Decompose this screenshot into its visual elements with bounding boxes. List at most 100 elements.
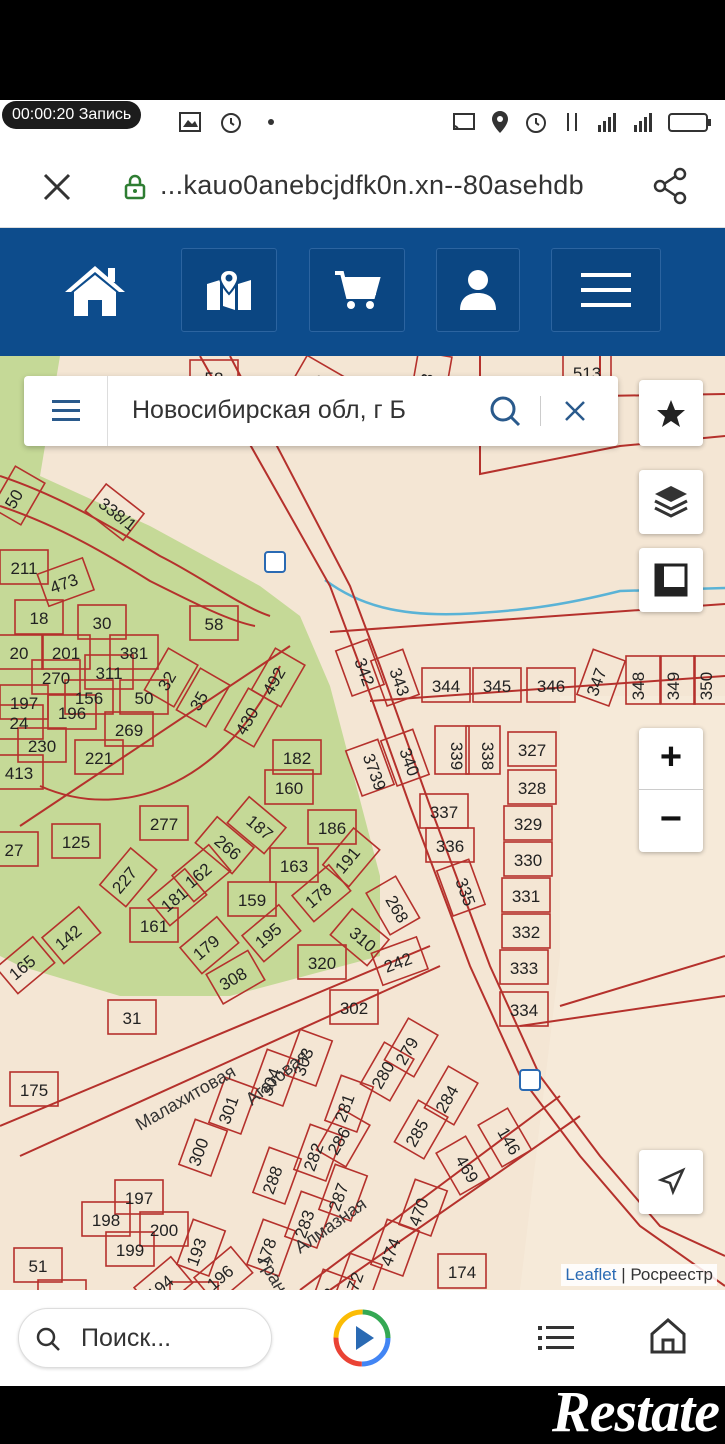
parcel-number-label: 330 bbox=[514, 851, 542, 870]
watermark-logo: Restate bbox=[552, 1379, 720, 1444]
nav-map-button[interactable] bbox=[181, 248, 277, 332]
parcel-number-label: 186 bbox=[318, 819, 346, 838]
parcel-number-label: 336 bbox=[436, 837, 464, 856]
status-left-icons bbox=[178, 109, 284, 135]
cadastral-map[interactable]: 58245351350338/1211473183038158202013112… bbox=[0, 356, 725, 1290]
search-icon bbox=[36, 1327, 60, 1351]
parcel-number-label: 30 bbox=[93, 614, 112, 633]
parcel-number-label: 174 bbox=[448, 1263, 476, 1282]
assistant-play-icon[interactable] bbox=[332, 1308, 392, 1368]
url-text[interactable]: ...kauo0anebcjdfk0n.xn--80asehdb bbox=[160, 170, 584, 201]
parcel-number-label: 277 bbox=[150, 815, 178, 834]
screen-top-bezel bbox=[0, 0, 725, 100]
parcel-number-label: 27 bbox=[5, 841, 24, 860]
parcel-number-label: 200 bbox=[150, 1221, 178, 1240]
battery-icon bbox=[668, 113, 711, 132]
parcel-number-label: 338 bbox=[478, 742, 497, 770]
parcel-number-label: 58 bbox=[205, 615, 224, 634]
favorite-button[interactable] bbox=[639, 380, 703, 446]
parcel-number-label: 413 bbox=[5, 764, 33, 783]
parcel-number-label: 269 bbox=[115, 721, 143, 740]
cast-icon bbox=[453, 113, 475, 131]
zoom-out-button[interactable]: − bbox=[639, 790, 703, 852]
parcel-number-label: 332 bbox=[512, 923, 540, 942]
parcel-number-label: 470 bbox=[405, 1196, 433, 1229]
parcel-number-label: 197 bbox=[10, 694, 38, 713]
nav-home-button[interactable] bbox=[52, 248, 138, 332]
parcel-number-label: 193 bbox=[183, 1236, 211, 1269]
search-divider bbox=[540, 396, 541, 426]
parcel-number-label: 197 bbox=[125, 1189, 153, 1208]
parcel-number-label: 302 bbox=[340, 999, 368, 1018]
cart-icon bbox=[335, 271, 381, 309]
search-menu-button[interactable] bbox=[24, 376, 108, 446]
hamburger-icon bbox=[52, 400, 80, 421]
menu-icon bbox=[581, 273, 631, 307]
parcel-number-label: 344 bbox=[432, 677, 460, 696]
locate-button[interactable] bbox=[639, 1150, 703, 1214]
parcel-number-label: 328 bbox=[518, 779, 546, 798]
parcel-number-label: 339 bbox=[447, 742, 466, 770]
parcel-number-label: 346 bbox=[537, 677, 565, 696]
close-tab-icon[interactable] bbox=[38, 168, 76, 206]
signal-4g-icon bbox=[598, 113, 616, 132]
measure-area-button[interactable] bbox=[639, 548, 703, 612]
parcel-number-label: 160 bbox=[275, 779, 303, 798]
parcel-number-label: 125 bbox=[62, 833, 90, 852]
bottom-search-placeholder: Поиск... bbox=[81, 1324, 172, 1352]
parcel-number-label: 211 bbox=[10, 559, 37, 578]
map-search-box: Новосибирская обл, г Б bbox=[24, 376, 618, 446]
parcel-number-label: 182 bbox=[283, 749, 311, 768]
parcel-number-label: 334 bbox=[510, 1001, 538, 1020]
home-icon[interactable] bbox=[648, 1316, 688, 1356]
bottom-search-box[interactable]: Поиск... bbox=[18, 1308, 272, 1368]
alarm-icon bbox=[526, 113, 546, 133]
parcel-number-label: 311 bbox=[95, 664, 122, 683]
dot-icon bbox=[268, 119, 274, 125]
parcel-number-label: 242 bbox=[382, 949, 415, 977]
parcel-number-label: 329 bbox=[514, 815, 542, 834]
share-icon[interactable] bbox=[650, 166, 690, 206]
navigation-arrow-icon bbox=[657, 1167, 686, 1196]
parcel-number-label: 335 bbox=[451, 876, 479, 909]
status-bar: 00:00:20 Запись bbox=[0, 100, 725, 146]
zoom-in-button[interactable]: + bbox=[639, 728, 703, 790]
layers-button[interactable] bbox=[639, 470, 703, 534]
list-icon[interactable] bbox=[536, 1320, 576, 1356]
parcel-number-label: 51 bbox=[29, 1257, 48, 1276]
nav-cart-button[interactable] bbox=[309, 248, 405, 332]
star-icon bbox=[657, 400, 685, 427]
map-search-input[interactable]: Новосибирская обл, г Б bbox=[132, 396, 406, 425]
parcel-number-label: 20 bbox=[10, 644, 29, 663]
parcel-number-label: 50 bbox=[135, 689, 154, 708]
parcel-number-label: 161 bbox=[140, 917, 168, 936]
browser-bottom-bar: Поиск... bbox=[0, 1290, 725, 1386]
parcel-number-label: 300 bbox=[185, 1136, 213, 1169]
parcel-number-label: 194 bbox=[143, 1271, 177, 1290]
leaflet-link[interactable]: Leaflet bbox=[565, 1265, 616, 1284]
parcel-number-label: 350 bbox=[697, 672, 716, 700]
lock-icon bbox=[124, 174, 146, 200]
parcel-number-label: 337 bbox=[430, 803, 458, 822]
gallery-icon bbox=[179, 112, 201, 132]
parcel-number-label: 349 bbox=[664, 672, 683, 700]
user-icon bbox=[460, 270, 496, 310]
parcel-number-label: 345 bbox=[483, 677, 511, 696]
street-label-3: Гранатовая bbox=[255, 1253, 320, 1290]
site-nav-bar bbox=[0, 228, 725, 356]
parcel-number-label: 199 bbox=[116, 1241, 144, 1260]
parcel-number-label: 18 bbox=[30, 609, 49, 628]
clear-icon[interactable] bbox=[562, 398, 588, 424]
parcel-number-label: 347 bbox=[583, 666, 611, 699]
data-transfer-icon bbox=[567, 113, 577, 131]
nav-menu-button[interactable] bbox=[551, 248, 661, 332]
nav-user-button[interactable] bbox=[436, 248, 520, 332]
attribution-separator: | bbox=[616, 1265, 631, 1284]
parcel-number-label: 163 bbox=[280, 857, 308, 876]
parcel-layer[interactable]: 58245351350338/1211473183038158202013112… bbox=[0, 356, 725, 1290]
parcel-number-label: 301 bbox=[215, 1094, 243, 1127]
search-icon[interactable] bbox=[488, 394, 522, 428]
home-icon bbox=[65, 266, 125, 316]
map-icon bbox=[207, 268, 251, 310]
zoom-control: + − bbox=[639, 728, 703, 852]
